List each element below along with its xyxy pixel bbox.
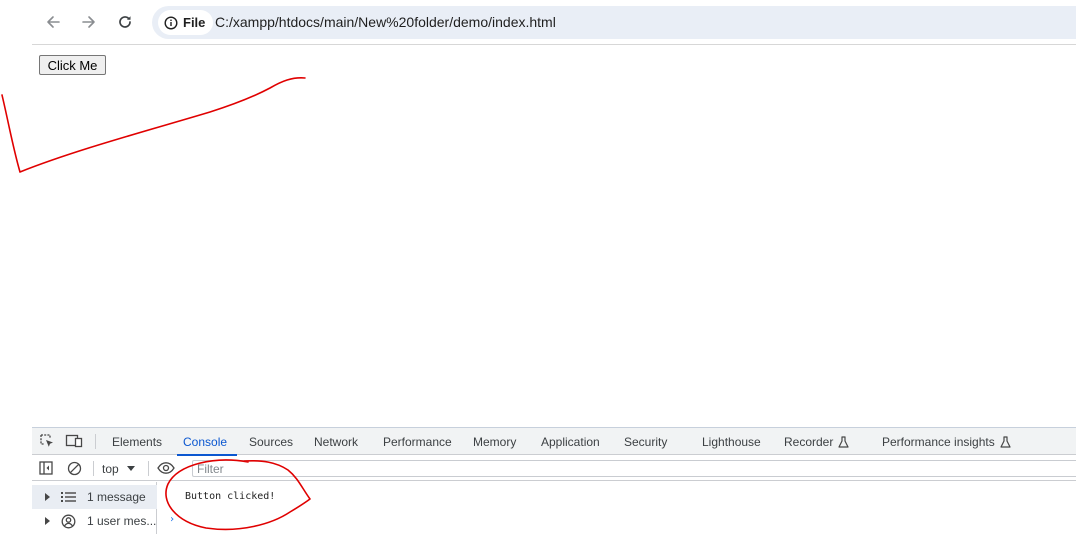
toolbar-divider	[32, 44, 1076, 45]
list-icon	[60, 489, 76, 505]
console-toolbar-separator	[148, 461, 149, 476]
reload-button[interactable]	[112, 9, 138, 35]
console-toolbar: top Filter	[32, 456, 1076, 481]
tab-label: Security	[624, 434, 668, 449]
tab-performance[interactable]: Performance	[383, 428, 452, 455]
sidebar-item-user-messages[interactable]: 1 user mes...	[32, 509, 157, 533]
tab-console[interactable]: Console	[176, 428, 238, 456]
flask-icon	[838, 435, 849, 448]
sidebar-item-messages[interactable]: 1 message	[32, 485, 157, 509]
tab-label: Console	[183, 434, 228, 449]
tab-label: Lighthouse	[702, 434, 761, 449]
console-log-message: Button clicked!	[185, 491, 276, 502]
info-icon	[164, 15, 178, 30]
clear-console-icon	[67, 461, 81, 475]
tab-label: Recorder	[784, 434, 834, 449]
user-circle-icon	[60, 513, 76, 529]
inspect-cursor-icon	[40, 434, 53, 447]
toggle-sidebar-button[interactable]	[38, 460, 54, 476]
tab-network[interactable]: Network	[314, 428, 358, 455]
site-chip-label: File	[183, 15, 206, 30]
tab-sources[interactable]: Sources	[249, 428, 293, 455]
sidebar-toggle-icon	[39, 461, 53, 475]
clear-console-button[interactable]	[66, 460, 82, 476]
live-expression-button[interactable]	[156, 460, 176, 476]
annotation-stroke-top	[1, 77, 306, 173]
tab-performance-insights[interactable]: Performance insights	[882, 428, 1011, 455]
tab-label: Performance	[383, 434, 452, 449]
reload-icon	[119, 16, 131, 28]
console-filter-input[interactable]: Filter	[192, 460, 1076, 477]
back-arrow-icon	[47, 16, 60, 28]
tab-label: Memory	[473, 434, 517, 449]
expand-triangle-icon[interactable]	[45, 517, 50, 525]
sidebar-item-label: 1 message	[87, 490, 146, 504]
site-info-chip[interactable]: File	[158, 10, 214, 35]
tab-label: Performance insights	[882, 434, 995, 449]
expand-triangle-icon[interactable]	[45, 493, 50, 501]
device-toolbar-button[interactable]	[65, 433, 83, 449]
back-button[interactable]	[40, 9, 66, 35]
devtools-tab-bar: Elements Console Sources Network Perform…	[32, 428, 1076, 456]
tab-label: Elements	[112, 434, 163, 449]
tab-label: Sources	[249, 434, 294, 449]
tab-memory[interactable]: Memory	[473, 428, 516, 455]
sidebar-item-label: 1 user mes...	[87, 514, 157, 528]
tab-label: Application	[541, 434, 600, 449]
eye-icon	[157, 462, 175, 474]
forward-button[interactable]	[76, 9, 102, 35]
tab-recorder[interactable]: Recorder	[784, 428, 849, 455]
forward-arrow-icon	[82, 16, 95, 28]
console-sidebar: 1 message 1 user mes...	[32, 482, 157, 534]
tab-application[interactable]: Application	[541, 428, 600, 455]
tab-elements[interactable]: Elements	[112, 428, 162, 455]
dropdown-triangle-icon	[126, 465, 135, 471]
click-me-button[interactable]: Click Me	[39, 55, 106, 75]
console-prompt-icon[interactable]: ›	[169, 514, 175, 525]
tab-label: Network	[314, 434, 359, 449]
tab-security[interactable]: Security	[624, 428, 667, 455]
inspect-element-button[interactable]	[38, 433, 56, 449]
device-toggle-icon	[65, 434, 83, 448]
context-label: top	[102, 461, 119, 476]
tab-lighthouse[interactable]: Lighthouse	[702, 428, 761, 455]
flask-icon	[1000, 435, 1011, 448]
devtools-panel: Elements Console Sources Network Perform…	[32, 427, 1076, 534]
tab-bar-separator	[95, 434, 96, 449]
browser-toolbar: File C:/xampp/htdocs/main/New%20folder/d…	[0, 0, 1076, 45]
context-selector[interactable]: top	[102, 460, 135, 477]
url-text[interactable]: C:/xampp/htdocs/main/New%20folder/demo/i…	[215, 14, 556, 30]
address-bar[interactable]: File C:/xampp/htdocs/main/New%20folder/d…	[152, 6, 1076, 39]
console-toolbar-separator	[93, 461, 94, 476]
